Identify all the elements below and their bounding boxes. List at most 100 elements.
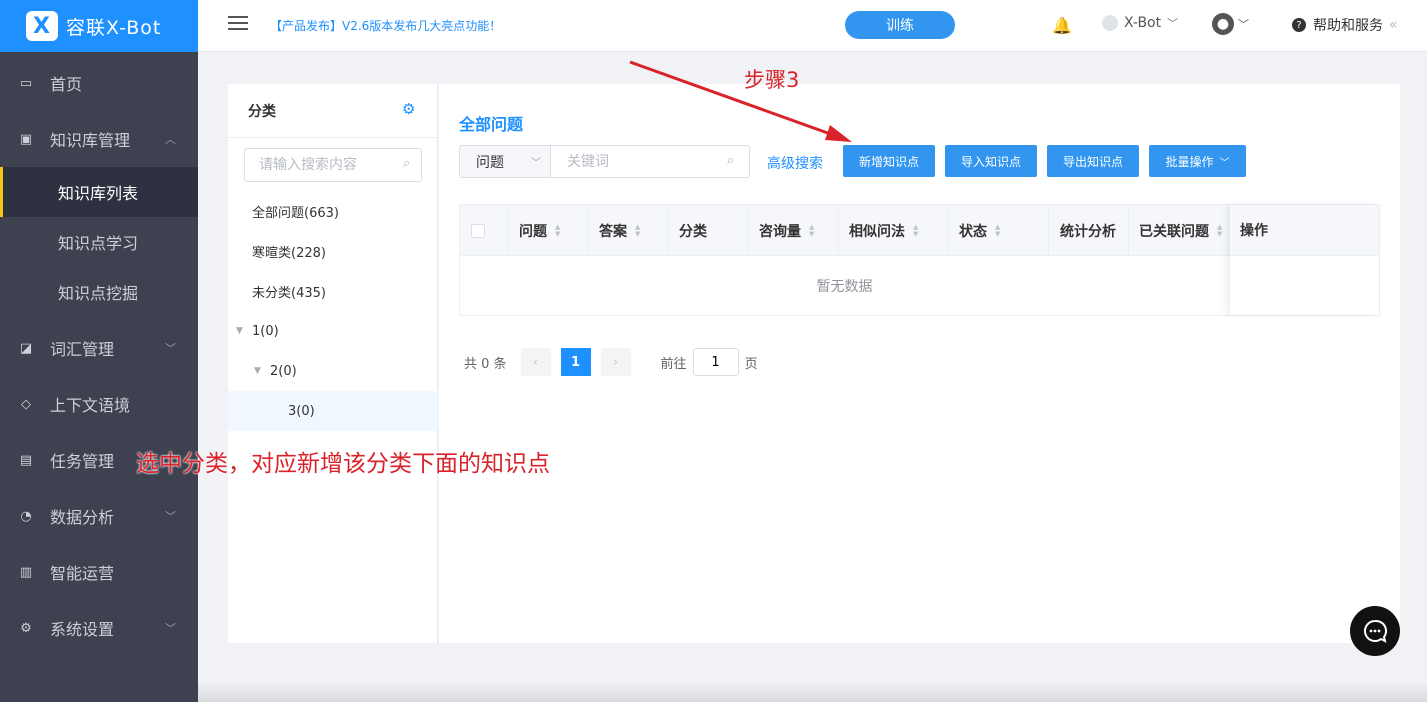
sidebar-item-label: 首页 — [50, 75, 83, 94]
search-icon[interactable]: ⌕ — [727, 153, 734, 168]
chat-support-button[interactable] — [1350, 606, 1400, 656]
divider — [228, 137, 438, 138]
menu-toggle-icon[interactable] — [228, 16, 248, 34]
sort-icon[interactable]: ▲ ▼ — [1217, 223, 1222, 238]
train-button[interactable]: 训练 — [845, 11, 955, 39]
column-category: 分类 — [669, 205, 749, 256]
chevron-down-icon: ﹀ — [531, 158, 541, 169]
category-title: 分类 — [248, 104, 276, 120]
sort-icon[interactable]: ▲ ▼ — [555, 223, 560, 238]
chevron-down-icon: ﹀ — [165, 510, 176, 523]
select-all-column — [460, 205, 509, 256]
keyword-input[interactable] — [550, 145, 750, 178]
empty-state-text: 暂无数据 — [816, 279, 873, 295]
total-count: 共 0 条 — [464, 356, 507, 372]
category-search-input[interactable] — [244, 148, 422, 182]
import-knowledge-button[interactable]: 导入知识点 — [945, 145, 1037, 177]
sidebar-item-vocab[interactable]: ◪ 词汇管理 ﹀ — [0, 320, 198, 376]
sidebar-item-home[interactable]: ▭ 首页 — [0, 55, 198, 111]
monitor-icon: ▭ — [19, 75, 33, 91]
column-consult-count[interactable]: 咨询量 ▲ ▼ — [749, 205, 839, 256]
context-icon: ◇ — [21, 396, 31, 412]
sort-icon[interactable]: ▲ ▼ — [913, 223, 918, 238]
add-knowledge-button[interactable]: 新增知识点 — [843, 145, 935, 177]
pagination: 共 0 条 ‹ 1 › 前往 页 — [464, 348, 758, 376]
sidebar-subitem-knowledge-list[interactable]: 知识库列表 — [0, 167, 198, 217]
advanced-search-link[interactable]: 高级搜索 — [767, 153, 823, 173]
analytics-icon: ◔ — [20, 508, 32, 524]
book-icon: ▣ — [19, 131, 33, 147]
sidebar-item-context[interactable]: ◇ 上下文语境 — [0, 376, 198, 432]
chevron-down-icon[interactable]: ﹀ — [1238, 16, 1249, 32]
caret-down-icon[interactable]: ▼ — [236, 326, 248, 336]
sidebar-item-analytics[interactable]: ◔ 数据分析 ﹀ — [0, 488, 198, 544]
sort-icon[interactable]: ▲ ▼ — [635, 223, 640, 238]
bot-name: X-Bot — [1124, 15, 1162, 31]
bell-icon[interactable]: 🔔 — [1052, 16, 1072, 35]
sidebar-item-knowledge[interactable]: ▣ 知识库管理 ︿ — [0, 111, 198, 167]
tree-item-2[interactable]: ▼ 2(0) — [228, 351, 438, 391]
column-question[interactable]: 问题 ▲ ▼ — [509, 205, 589, 256]
next-page-button[interactable]: › — [600, 348, 631, 376]
column-label: 状态 — [959, 223, 987, 240]
select-all-checkbox[interactable] — [471, 223, 485, 238]
column-label: 咨询量 — [759, 223, 801, 240]
sidebar-item-label: 数据分析 — [50, 508, 115, 527]
column-related-questions[interactable]: 已关联问题 ▲ ▼ — [1129, 205, 1229, 256]
logo-text: 容联X-Bot — [66, 16, 162, 39]
column-label: 答案 — [599, 223, 627, 240]
sidebar-item-settings[interactable]: ⚙ 系统设置 ﹀ — [0, 600, 198, 656]
vocab-icon: ◪ — [19, 340, 33, 356]
goto-page-input[interactable] — [692, 348, 739, 376]
help-service-link[interactable]: ? 帮助和服务 « — [1292, 15, 1398, 35]
column-label: 操作 — [1240, 223, 1268, 239]
help-label: 帮助和服务 — [1313, 18, 1383, 34]
tree-item-greeting[interactable]: 寒暄类(228) — [228, 231, 438, 271]
bottom-scrollbar[interactable] — [198, 684, 1427, 702]
export-knowledge-button[interactable]: 导出知识点 — [1047, 145, 1139, 177]
tree-item-label: 1(0) — [252, 323, 279, 339]
page-number-current[interactable]: 1 — [560, 348, 591, 376]
knowledge-table: 问题 ▲▼ 答案 ▲▼ 分类 咨询量 ▲▼ 相似问法 ▲▼ 状态 ▲▼ — [459, 204, 1380, 316]
column-answer[interactable]: 答案 ▲ ▼ — [589, 205, 669, 256]
batch-operation-button[interactable]: 批量操作 ﹀ — [1149, 145, 1246, 177]
user-avatar-icon[interactable]: ● — [1212, 13, 1234, 35]
batch-operation-label: 批量操作 — [1165, 154, 1214, 169]
column-similar-questions[interactable]: 相似问法 ▲ ▼ — [839, 205, 949, 256]
page-suffix: 页 — [744, 356, 758, 372]
tree-item-1[interactable]: ▼ 1(0) — [228, 311, 438, 351]
search-icon: ⌕ — [403, 156, 411, 171]
tree-item-all[interactable]: 全部问题(663) — [228, 191, 438, 231]
operation-icon: ▥ — [19, 564, 33, 580]
bot-selector[interactable]: X-Bot ﹀ — [1102, 15, 1178, 31]
column-status[interactable]: 状态 ▲ ▼ — [949, 205, 1049, 256]
caret-down-icon[interactable]: ▼ — [254, 366, 266, 376]
column-label: 已关联问题 — [1139, 223, 1209, 240]
settings-icon: ⚙ — [20, 620, 32, 636]
sidebar-item-operation[interactable]: ▥ 智能运营 — [0, 544, 198, 600]
collapse-icon[interactable]: « — [1389, 17, 1398, 33]
sidebar-subitem-knowledge-mining[interactable]: 知识点挖掘 — [0, 267, 198, 317]
column-label: 相似问法 — [849, 223, 905, 240]
sidebar-subitem-knowledge-learning[interactable]: 知识点学习 — [0, 217, 198, 267]
step-annotation: 步骤3 — [744, 68, 800, 92]
search-type-select[interactable]: 问题 ﹀ — [459, 145, 551, 178]
column-label: 分类 — [679, 223, 707, 240]
chevron-down-icon: ﹀ — [165, 622, 176, 635]
app-logo[interactable]: X 容联X-Bot — [0, 0, 198, 52]
column-statistics: 统计分析 — [1049, 205, 1129, 256]
sidebar-item-label: 智能运营 — [50, 564, 115, 583]
gear-icon[interactable]: ⚙ — [402, 100, 415, 118]
goto-label: 前往 — [660, 356, 687, 372]
tree-item-uncategorized[interactable]: 未分类(435) — [228, 271, 438, 311]
column-operation: 操作 — [1230, 205, 1379, 256]
sort-icon[interactable]: ▲ ▼ — [809, 223, 814, 238]
sidebar-item-label: 系统设置 — [50, 620, 115, 639]
sidebar-item-label: 任务管理 — [50, 452, 115, 471]
tree-item-3[interactable]: 3(0) — [228, 391, 438, 431]
release-notice-link[interactable]: 【产品发布】V2.6版本发布几大亮点功能！ — [270, 17, 501, 34]
prev-page-button[interactable]: ‹ — [520, 348, 551, 376]
category-panel: 分类 ⚙ ⌕ 全部问题(663) 寒暄类(228) 未分类(435) ▼ 1(0… — [228, 84, 438, 643]
sort-icon[interactable]: ▲ ▼ — [995, 223, 1000, 238]
chevron-down-icon: ﹀ — [165, 342, 176, 355]
